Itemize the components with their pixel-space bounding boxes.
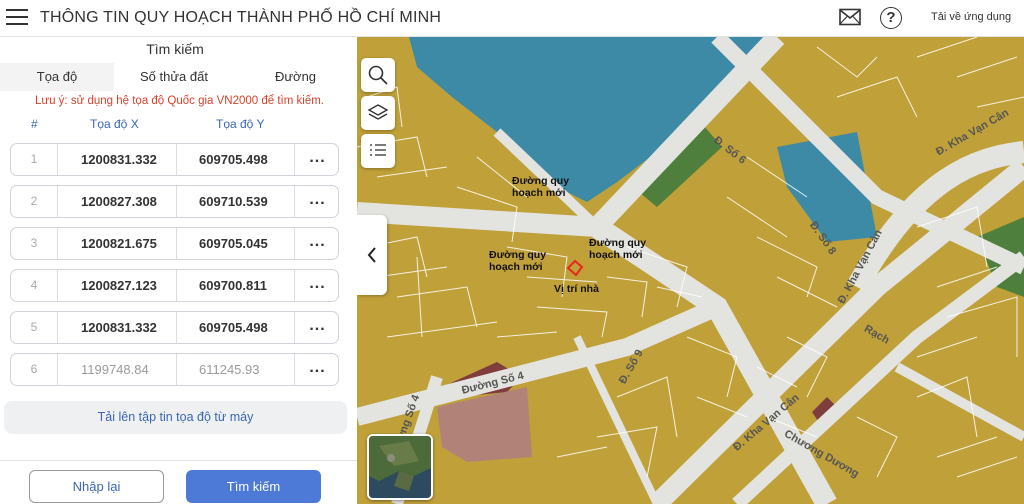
mail-icon[interactable]	[839, 8, 861, 26]
row-more-button[interactable]: ...	[296, 144, 339, 175]
app-header: THÔNG TIN QUY HOẠCH THÀNH PHỐ HỒ CHÍ MIN…	[0, 0, 1024, 37]
tab-coordinates[interactable]: Tọa độ	[0, 63, 114, 91]
new-road-label: Đường quy hoạch mới	[512, 175, 570, 199]
row-number: 5	[11, 312, 58, 343]
coordinate-y-input[interactable]: 609710.539	[178, 186, 295, 217]
map-layers-button[interactable]	[361, 96, 395, 130]
coordinate-row: 2 1200827.308 609710.539 ...	[10, 185, 339, 218]
map-legend-button[interactable]	[361, 134, 395, 168]
map-search-button[interactable]	[361, 58, 395, 92]
tab-street[interactable]: Đường	[234, 63, 357, 91]
download-app-link[interactable]: Tải về ứng dụng	[931, 11, 1011, 23]
help-icon[interactable]: ?	[880, 7, 902, 29]
chevron-left-icon	[367, 247, 376, 263]
row-more-button[interactable]: ...	[296, 228, 339, 259]
app-title: THÔNG TIN QUY HOẠCH THÀNH PHỐ HỒ CHÍ MIN…	[40, 9, 442, 26]
search-icon	[368, 65, 388, 85]
coordinate-row: 3 1200821.675 609705.045 ...	[10, 227, 339, 260]
row-more-button[interactable]: ...	[296, 270, 339, 301]
column-header-x: Tọa độ X	[90, 117, 139, 131]
planning-map[interactable]: Đường quy hoạch mới Đường quy hoạch mới …	[357, 37, 1024, 504]
house-location-label: Vị trí nhà	[554, 283, 599, 295]
coordinate-x-input[interactable]: 1199748.84	[59, 354, 177, 385]
collapse-panel-button[interactable]	[357, 215, 387, 295]
row-number: 4	[11, 270, 58, 301]
new-road-label: Đường quy hoạch mới	[589, 237, 647, 261]
row-more-button[interactable]: ...	[296, 186, 339, 217]
column-header-index: #	[31, 117, 38, 131]
tab-parcel-number[interactable]: Số thửa đất	[114, 63, 234, 91]
search-tabs: Tọa độ Số thửa đất Đường	[0, 63, 357, 91]
coordinate-x-input[interactable]: 1200827.123	[59, 270, 177, 301]
coordinate-system-note: Lưu ý: sử dụng hệ tọa độ Quốc gia VN2000…	[35, 95, 325, 107]
reset-button[interactable]: Nhập lại	[29, 470, 164, 503]
legend-list-icon	[370, 144, 386, 156]
row-number: 6	[11, 354, 58, 385]
map-canvas[interactable]	[357, 37, 1024, 504]
row-more-button[interactable]: ...	[296, 354, 339, 385]
upload-coordinates-button[interactable]: Tải lên tập tin tọa độ từ máy	[4, 401, 347, 434]
coordinate-row-empty: 6 1199748.84 611245.93 ...	[10, 353, 339, 386]
coordinate-y-input[interactable]: 609705.045	[178, 228, 295, 259]
search-button[interactable]: Tìm kiếm	[186, 470, 321, 503]
coordinate-row: 1 1200831.332 609705.498 ...	[10, 143, 339, 176]
hamburger-menu-icon[interactable]	[6, 9, 28, 27]
coordinate-x-input[interactable]: 1200827.308	[59, 186, 177, 217]
row-number: 2	[11, 186, 58, 217]
new-road-label: Đường quy hoạch mới	[489, 249, 547, 273]
row-more-button[interactable]: ...	[296, 312, 339, 343]
coordinate-x-input[interactable]: 1200831.332	[59, 312, 177, 343]
coordinate-row: 4 1200827.123 609700.811 ...	[10, 269, 339, 302]
coordinate-x-input[interactable]: 1200831.332	[59, 144, 177, 175]
layers-icon	[367, 104, 389, 120]
row-number: 1	[11, 144, 58, 175]
search-panel: Tìm kiếm Tọa độ Số thửa đất Đường Lưu ý:…	[0, 37, 357, 504]
coordinate-y-input[interactable]: 611245.93	[178, 354, 295, 385]
satellite-thumbnail-image	[369, 436, 431, 498]
coordinate-y-input[interactable]: 609705.498	[178, 312, 295, 343]
column-header-y: Tọa độ Y	[216, 117, 265, 131]
panel-title: Tìm kiếm	[146, 41, 204, 57]
satellite-minimap-thumbnail[interactable]	[367, 434, 433, 500]
coordinate-row: 5 1200831.332 609705.498 ...	[10, 311, 339, 344]
action-bar: Nhập lại Tìm kiếm	[0, 460, 357, 504]
coordinate-x-input[interactable]: 1200821.675	[59, 228, 177, 259]
row-number: 3	[11, 228, 58, 259]
coordinate-y-input[interactable]: 609700.811	[178, 270, 295, 301]
coordinate-y-input[interactable]: 609705.498	[178, 144, 295, 175]
